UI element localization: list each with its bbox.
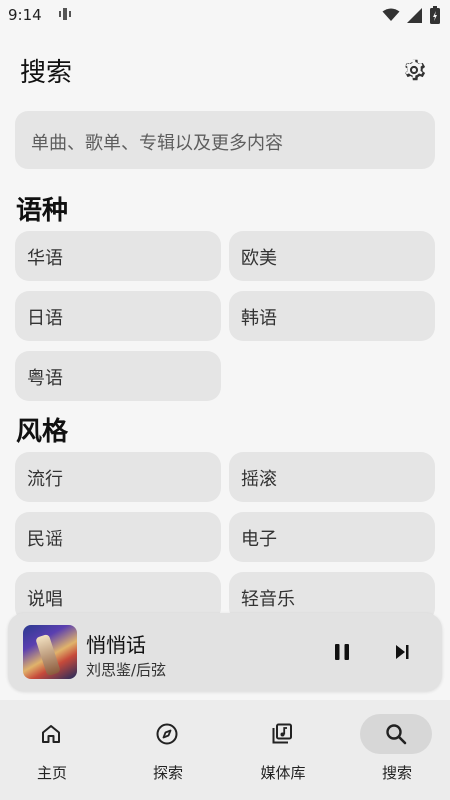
bottom-nav: 主页 探索 媒体库 搜索 [0,700,450,800]
chip-label: 电子 [241,529,277,550]
chip-label: 说唱 [27,589,63,610]
nav-label-explore: 探索 [152,764,183,782]
nav-home[interactable]: 主页 [0,700,108,800]
chip-label: 民谣 [27,529,63,550]
chip-liuxing[interactable]: 流行 [15,452,221,502]
search-icon [386,724,407,745]
skip-next-icon[interactable] [390,640,414,664]
library-icon [272,723,292,744]
chip-minyao[interactable]: 民谣 [15,512,221,562]
section-title-language: 语种 [16,196,69,226]
page-title: 搜索 [20,58,73,88]
nav-explore[interactable]: 探索 [112,700,224,800]
vibrate-icon [59,8,71,20]
search-placeholder: 单曲、歌单、专辑以及更多内容 [31,133,283,154]
compass-icon [156,723,178,745]
signal-icon [407,7,422,23]
chip-label: 日语 [27,308,63,329]
nav-search[interactable]: 搜索 [341,700,450,800]
chip-label: 轻音乐 [241,589,295,610]
song-title: 悄悄话 [86,633,146,657]
search-input[interactable]: 单曲、歌单、专辑以及更多内容 [15,111,435,169]
chip-label: 流行 [27,469,63,490]
chip-hanyu[interactable]: 韩语 [229,291,435,341]
chip-label: 粤语 [27,368,63,389]
chip-huayu[interactable]: 华语 [15,231,221,281]
album-cover[interactable] [23,625,77,679]
chip-dianzi[interactable]: 电子 [229,512,435,562]
chip-label: 华语 [27,248,63,269]
chip-label: 韩语 [241,308,277,329]
nav-label-search: 搜索 [381,764,412,782]
chip-yueyu[interactable]: 粤语 [15,351,221,401]
chip-label: 欧美 [241,248,277,269]
chip-oumei[interactable]: 欧美 [229,231,435,281]
nav-library[interactable]: 媒体库 [227,700,339,800]
battery-icon [430,6,440,24]
nav-label-home: 主页 [36,764,67,782]
section-title-style: 风格 [16,417,69,447]
status-time: 9:14 [8,6,42,24]
chip-riyu[interactable]: 日语 [15,291,221,341]
nav-label-library: 媒体库 [260,764,306,782]
home-icon [42,725,60,743]
wifi-icon [382,8,400,21]
mini-player[interactable]: 悄悄话 刘思鉴/后弦 [8,613,442,691]
chip-label: 摇滚 [241,469,277,490]
pause-icon[interactable] [330,640,354,664]
gear-icon[interactable] [400,56,428,84]
chip-yaogun[interactable]: 摇滚 [229,452,435,502]
status-bar: 9:14 [0,0,450,32]
song-artist: 刘思鉴/后弦 [86,661,167,679]
